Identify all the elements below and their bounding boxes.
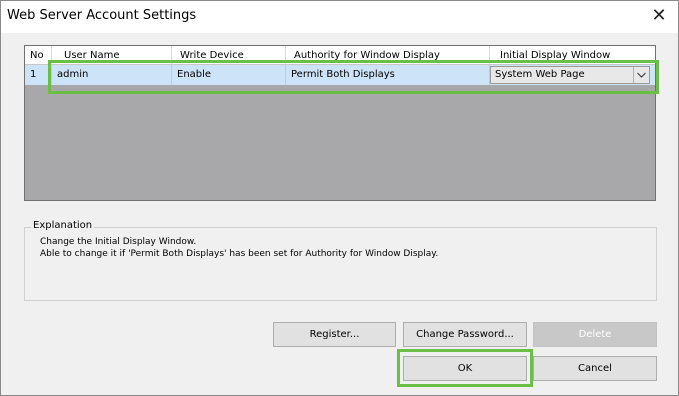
column-header-write-device[interactable]: Write Device (172, 46, 286, 64)
cell-user-name[interactable]: admin (52, 65, 172, 85)
cancel-button[interactable]: Cancel (533, 356, 657, 381)
dropdown-selected-value: System Web Page (495, 69, 585, 80)
change-password-button[interactable]: Change Password... (403, 322, 527, 347)
initial-display-window-dropdown[interactable]: System Web Page (490, 66, 650, 84)
web-server-account-settings-dialog: Web Server Account Settings ✕ No User Na… (0, 0, 679, 396)
column-header-initial-display-window[interactable]: Initial Display Window (490, 46, 655, 64)
title-bar: Web Server Account Settings ✕ (1, 1, 678, 33)
chevron-down-icon[interactable] (633, 67, 649, 83)
explanation-line-1: Change the Initial Display Window. (40, 237, 197, 247)
cell-authority[interactable]: Permit Both Displays (286, 65, 490, 85)
table-header: No User Name Write Device Authority for … (25, 46, 655, 65)
account-table: No User Name Write Device Authority for … (24, 45, 656, 201)
dialog-title: Web Server Account Settings (7, 8, 197, 23)
delete-button[interactable]: Delete (533, 322, 657, 347)
ok-button[interactable]: OK (403, 356, 527, 381)
cell-no[interactable]: 1 (25, 65, 52, 85)
cell-write-device[interactable]: Enable (172, 65, 286, 85)
register-button[interactable]: Register... (273, 322, 396, 347)
explanation-line-2: Able to change it if 'Permit Both Displa… (40, 249, 439, 259)
close-icon[interactable]: ✕ (648, 3, 670, 29)
column-header-authority[interactable]: Authority for Window Display (286, 46, 490, 64)
explanation-legend: Explanation (31, 220, 95, 231)
column-header-user-name[interactable]: User Name (52, 46, 172, 64)
column-header-no[interactable]: No (25, 46, 52, 64)
table-row[interactable]: 1 admin Enable Permit Both Displays Syst… (25, 65, 655, 85)
